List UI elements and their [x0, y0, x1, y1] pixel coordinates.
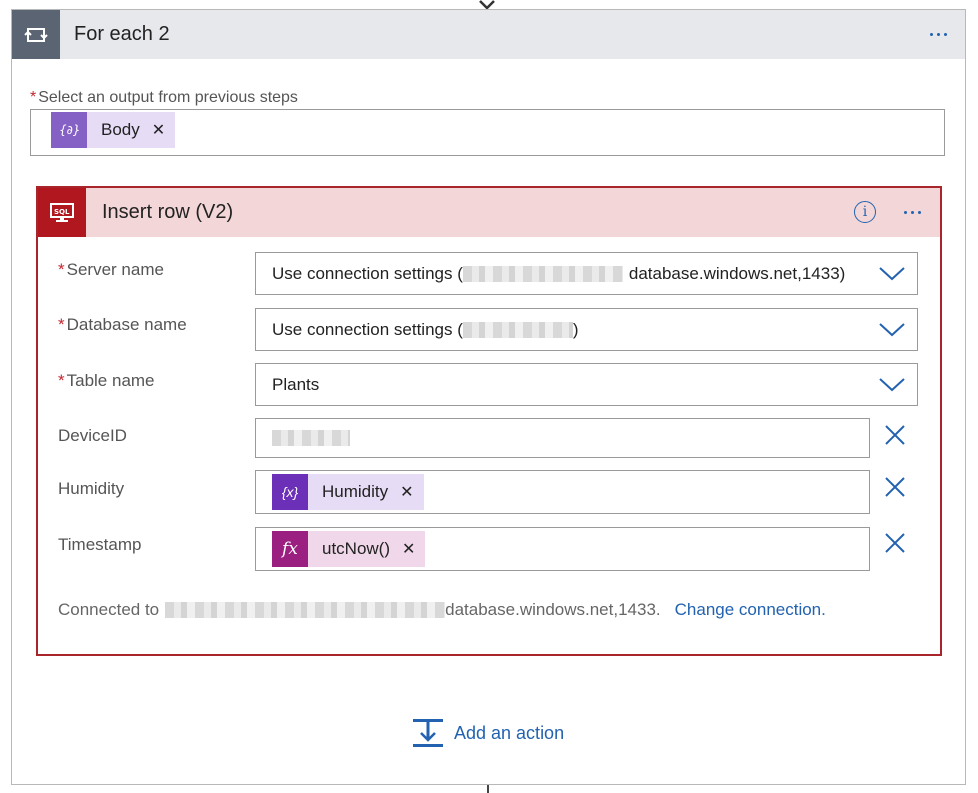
add-action-button[interactable]: Add an action [412, 718, 564, 748]
chevron-down-icon[interactable] [867, 364, 917, 405]
chevron-down-icon[interactable] [867, 309, 917, 350]
remove-deviceid-icon[interactable] [882, 422, 908, 448]
svg-text:SQL: SQL [54, 208, 70, 216]
deviceid-input[interactable] [255, 418, 870, 458]
svg-text:{∂}: {∂} [59, 123, 80, 137]
humidity-label: Humidity [58, 479, 125, 498]
body-token[interactable]: {∂} Body ✕ [51, 112, 176, 148]
chevron-down-icon[interactable] [867, 253, 917, 294]
table-name-label: * Table name [58, 371, 155, 390]
change-connection-link[interactable]: Change connection. [675, 600, 826, 620]
insert-row-card: SQL Insert row (V2) i * Server name Use c… [36, 186, 942, 656]
expression-braces-icon: {∂} [51, 112, 87, 148]
redacted-text [462, 321, 573, 338]
sql-icon: SQL [38, 188, 86, 237]
add-action-icon [413, 719, 443, 747]
foreach-header[interactable]: For each 2 [12, 10, 965, 59]
output-input[interactable]: {∂} Body ✕ [30, 109, 945, 156]
redacted-text [165, 602, 446, 618]
redacted-text [462, 265, 623, 282]
timestamp-input[interactable]: fx utcNow() ✕ [255, 527, 870, 571]
remove-humidity-icon[interactable] [882, 474, 908, 500]
database-name-dropdown[interactable]: Use connection settings ( ) [255, 308, 918, 351]
utcnow-token[interactable]: fx utcNow() ✕ [272, 531, 426, 567]
connector-line [487, 784, 489, 793]
required-marker: * [30, 89, 37, 106]
redacted-text [272, 430, 350, 446]
function-icon: fx [272, 531, 308, 567]
server-name-dropdown[interactable]: Use connection settings ( database.windo… [255, 252, 918, 295]
card-header[interactable]: SQL Insert row (V2) i [38, 188, 940, 237]
remove-token-icon[interactable]: ✕ [388, 482, 423, 502]
info-icon[interactable]: i [854, 201, 876, 223]
add-action-label: Add an action [454, 722, 565, 743]
card-more-options-button[interactable] [904, 211, 921, 214]
server-name-label: * Server name [58, 260, 164, 279]
remove-timestamp-icon[interactable] [882, 530, 908, 556]
variable-icon: {x} [272, 474, 308, 510]
foreach-title: For each 2 [74, 23, 170, 45]
humidity-input[interactable]: {x} Humidity ✕ [255, 470, 870, 514]
connection-info: Connected to database.windows.net,1433. … [58, 600, 826, 620]
foreach-more-options-button[interactable] [930, 33, 947, 36]
remove-token-icon[interactable]: ✕ [140, 120, 175, 140]
timestamp-label: Timestamp [58, 535, 142, 554]
humidity-token[interactable]: {x} Humidity ✕ [272, 474, 424, 510]
remove-token-icon[interactable]: ✕ [390, 539, 425, 559]
database-name-label: * Database name [58, 315, 187, 334]
output-field-label: * Select an output from previous steps [30, 89, 298, 106]
loop-icon [12, 10, 60, 59]
foreach-container: For each 2 * Select an output from previo… [11, 9, 966, 785]
deviceid-label: DeviceID [58, 426, 127, 445]
card-title: Insert row (V2) [102, 201, 234, 223]
table-name-dropdown[interactable]: Plants [255, 363, 918, 406]
